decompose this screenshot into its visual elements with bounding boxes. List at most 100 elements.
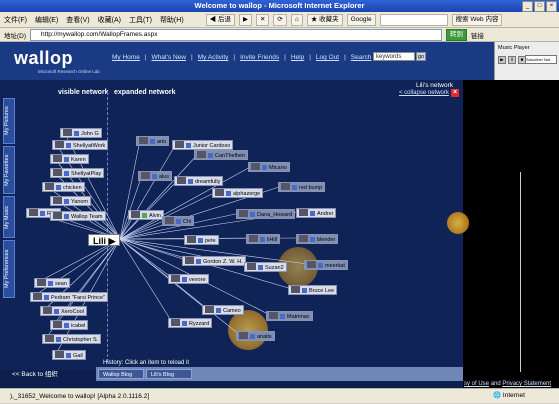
menu-tools[interactable]: 工具(T) [129, 15, 152, 25]
links-label[interactable]: 链接 [471, 30, 484, 40]
node-label: John G [81, 131, 99, 137]
person-icon [56, 185, 61, 190]
menu-view[interactable]: 查看(V) [66, 15, 89, 25]
menu-edit[interactable]: 编辑(E) [35, 15, 58, 25]
expanded-node[interactable]: Dana_Howard [236, 209, 296, 219]
visible-node[interactable]: Christopher S. [42, 334, 102, 344]
avatar [185, 257, 194, 264]
person-icon [48, 281, 53, 286]
expanded-node[interactable]: Ryzzard [168, 318, 213, 328]
avatar [37, 279, 46, 286]
visible-node[interactable]: ShellyatWork [52, 140, 109, 150]
pause-icon[interactable]: ‖ [508, 56, 516, 64]
expanded-node[interactable]: vevore [168, 274, 209, 284]
visible-node[interactable]: John G [60, 128, 102, 138]
person-icon [280, 314, 285, 319]
music-player: Music Player ▶ ‖ ■ Suscríbe! Not [494, 42, 559, 80]
scrollbar[interactable] [520, 172, 521, 372]
person-icon [302, 288, 307, 293]
expanded-node[interactable]: blender [296, 234, 339, 244]
google-button[interactable]: Google [346, 13, 376, 26]
expanded-node[interactable]: CanThelhen [194, 150, 248, 160]
expanded-node[interactable]: anatis [236, 331, 275, 341]
expanded-node[interactable]: liHill [246, 234, 281, 244]
expanded-node[interactable]: red bump [278, 182, 326, 192]
expanded-node[interactable]: pete [184, 235, 219, 245]
favorites-button[interactable]: ★ 收藏夹 [306, 13, 343, 26]
minimize-icon[interactable]: _ [522, 1, 533, 12]
expanded-node[interactable]: Suzan2 [244, 262, 287, 272]
expanded-node[interactable]: Andrei [296, 208, 336, 218]
person-icon [74, 131, 79, 136]
expanded-node[interactable]: alus [138, 171, 173, 181]
expanded-node[interactable]: meerkat [304, 260, 348, 270]
node-label: ShellyatPlay [71, 171, 102, 177]
visible-node[interactable]: Pedram "Farsi Prince" [30, 292, 109, 302]
expanded-node[interactable]: Matrimac [266, 311, 313, 321]
expanded-node[interactable]: Chi [162, 216, 195, 226]
visible-node[interactable]: Yanom [50, 196, 92, 206]
visible-node[interactable]: ShellyatPlay [50, 168, 105, 178]
home-button[interactable]: ⌂ [290, 13, 303, 26]
menu-favorites[interactable]: 收藏(A) [98, 15, 121, 25]
expanded-node[interactable]: Gordon Z. W. H. [182, 256, 246, 266]
node-label: Pedram "Farsi Prince" [51, 295, 106, 301]
expanded-node[interactable]: dreamfully [174, 176, 224, 186]
node-label: Andrei [317, 211, 333, 217]
expanded-node[interactable]: ario [136, 136, 170, 146]
menu-help[interactable]: 帮助(H) [160, 15, 184, 25]
visible-node[interactable]: icabel [50, 320, 89, 330]
google-search-input[interactable] [379, 13, 448, 26]
visible-node[interactable]: chicken [42, 182, 85, 192]
expanded-node[interactable]: Micano [248, 162, 290, 172]
avatar [171, 275, 180, 282]
refresh-button[interactable]: ⟳ [273, 13, 287, 26]
forward-button[interactable]: ▶ [238, 13, 252, 26]
avatar [291, 286, 300, 293]
expanded-node[interactable]: Alvin [128, 210, 164, 220]
expanded-node[interactable]: Cameo [202, 305, 244, 315]
node-label: Cameo [223, 308, 241, 314]
center-node-lili[interactable]: Lili ▶ [88, 234, 121, 246]
avatar [55, 141, 64, 148]
avatar [45, 183, 54, 190]
go-button[interactable]: 转到 [446, 28, 468, 41]
avatar [205, 306, 214, 313]
web-search-button[interactable]: 搜索 Web 内容 [451, 13, 503, 26]
close-icon[interactable]: × [546, 1, 557, 12]
node-label: pete [205, 238, 216, 244]
play-icon[interactable]: ▶ [498, 56, 506, 64]
visible-node[interactable]: Gail [52, 350, 86, 360]
stop-button[interactable]: ✕ [255, 13, 270, 26]
back-button[interactable]: ◀ 后退 [205, 13, 235, 26]
history-tab-wallop-blog[interactable]: Wallop Blog [98, 369, 144, 379]
person-icon [152, 174, 157, 179]
visible-node[interactable]: Wallop Team [50, 211, 106, 221]
expanded-node[interactable]: Junior Cardoso [172, 140, 234, 150]
node-label: Suzan2 [265, 265, 284, 271]
avatar [53, 169, 62, 176]
expanded-node[interactable]: Bruce Lee [288, 285, 338, 295]
visible-node[interactable]: XeroCool [40, 306, 87, 316]
avatar [249, 235, 258, 242]
player-select[interactable]: Suscríbe! Not [525, 55, 557, 64]
avatar [53, 212, 62, 219]
internet-zone-icon: 🌐 [493, 392, 502, 399]
person-icon [64, 171, 69, 176]
expanded-node[interactable]: alphazerge [212, 188, 264, 198]
node-label: liHill [267, 237, 278, 243]
back-link[interactable]: << Back to 组织 [12, 368, 58, 378]
privacy-link[interactable]: Privacy Statement [502, 381, 551, 387]
history-tab-lili-blog[interactable]: Lili's Blog [146, 369, 192, 379]
person-icon [142, 213, 147, 218]
avatar [33, 293, 42, 300]
terms-link[interactable]: sy of Use [464, 381, 489, 387]
node-label: ario [157, 139, 167, 145]
maximize-icon[interactable]: □ [534, 1, 545, 12]
avatar [175, 141, 184, 148]
person-icon [208, 153, 213, 158]
menu-file[interactable]: 文件(F) [4, 15, 27, 25]
visible-node[interactable]: Karen [50, 154, 89, 164]
address-input[interactable]: http://mywallop.com/WallopFrames.aspx [30, 28, 443, 41]
visible-node[interactable]: sean [34, 278, 70, 288]
